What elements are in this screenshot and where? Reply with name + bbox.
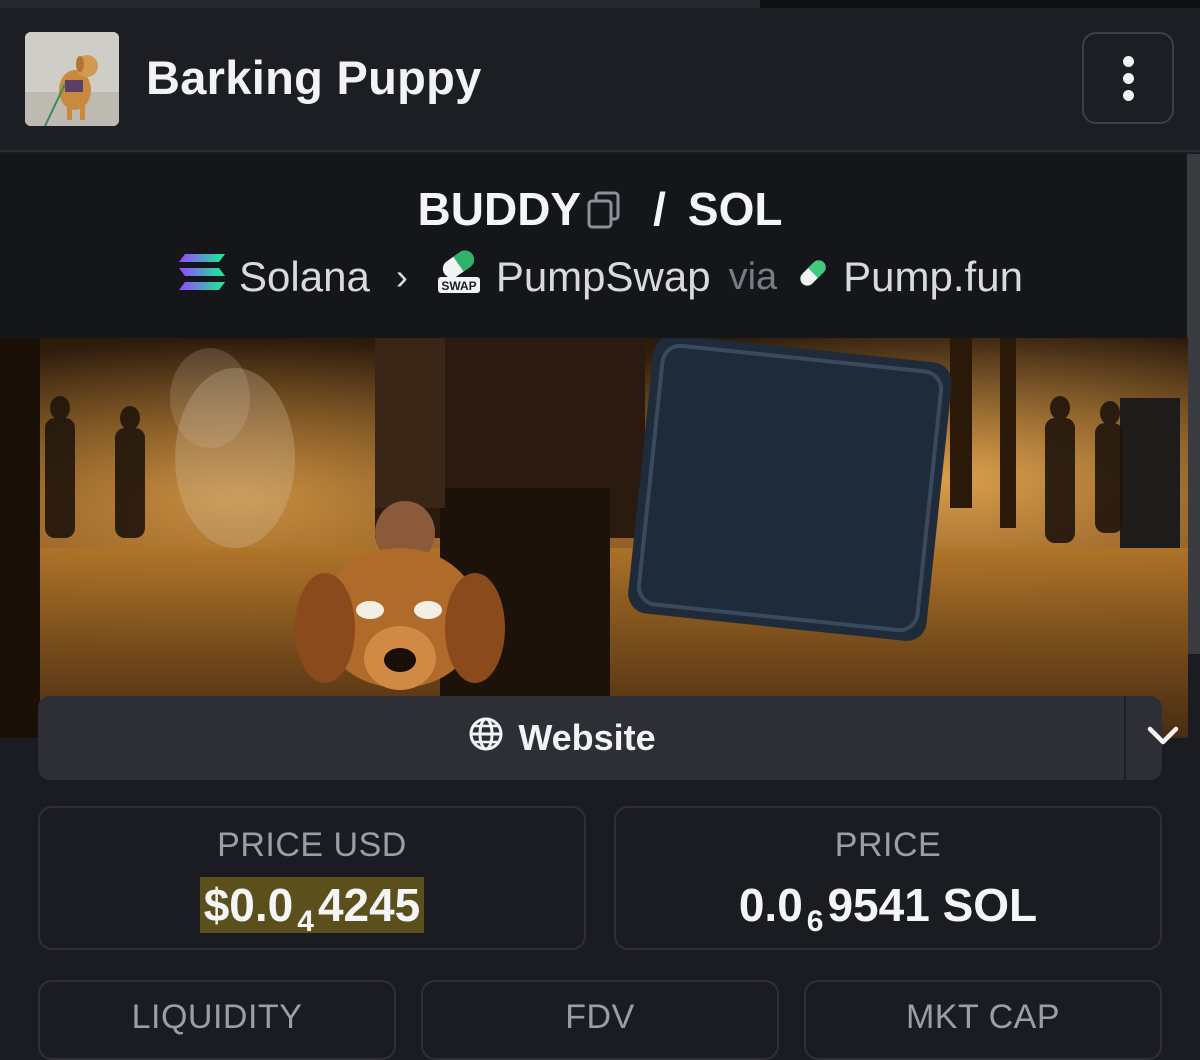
token-avatar[interactable] (25, 32, 119, 126)
links-bar: Website (38, 696, 1179, 780)
quote-symbol: SOL (687, 183, 783, 235)
liquidity-label: LIQUIDITY (131, 998, 303, 1036)
more-links-button[interactable] (1126, 696, 1200, 780)
website-label: Website (518, 717, 656, 758)
scrollbar[interactable] (1187, 154, 1200, 654)
chevron-down-icon (1147, 726, 1179, 751)
price-native-value: 0.0 69541 SOL (738, 879, 1038, 938)
svg-text:SWAP: SWAP (441, 279, 476, 293)
mkt-cap-card: MKT CAP (804, 980, 1162, 1060)
token-header: Barking Puppy (0, 8, 1200, 152)
price-native-card: PRICE 0.0 69541 SOL (614, 806, 1162, 950)
pair-title: BUDDY / SOL (0, 182, 1200, 240)
token-banner-image (0, 338, 1188, 738)
launchpad-name[interactable]: Pump.fun (843, 253, 1023, 301)
solana-icon (177, 252, 227, 302)
price-usd-card: PRICE USD $0.0 44245 (38, 806, 586, 950)
more-vertical-icon (1122, 55, 1134, 67)
price-usd-label: PRICE USD (217, 826, 407, 864)
top-strip (0, 0, 1200, 8)
mkt-cap-label: MKT CAP (905, 998, 1060, 1036)
pair-separator: / (653, 183, 666, 235)
fdv-card: FDV (421, 980, 779, 1060)
chain-path: Solana › SWAP PumpSwap via Pump.fun (0, 250, 1200, 302)
more-options-button[interactable] (1082, 32, 1174, 124)
dex-name[interactable]: PumpSwap (496, 253, 711, 301)
globe-icon (468, 716, 504, 761)
fdv-label: FDV (565, 998, 635, 1036)
token-name: Barking Puppy (146, 51, 482, 104)
chevron-right-icon: › (395, 256, 408, 297)
pumpswap-icon: SWAP (434, 247, 484, 307)
pair-info: BUDDY / SOL Solana › SWAP PumpSwap via P… (0, 154, 1200, 338)
liquidity-card: LIQUIDITY (38, 980, 396, 1060)
base-symbol: BUDDY (417, 183, 582, 235)
price-native-label: PRICE (834, 826, 942, 864)
website-button[interactable]: Website (38, 696, 1086, 780)
via-label: via (728, 255, 778, 298)
chain-name[interactable]: Solana (239, 253, 370, 301)
copy-icon[interactable] (587, 186, 621, 240)
price-usd-value: $0.0 44245 (40, 877, 584, 939)
pill-icon (795, 253, 831, 301)
